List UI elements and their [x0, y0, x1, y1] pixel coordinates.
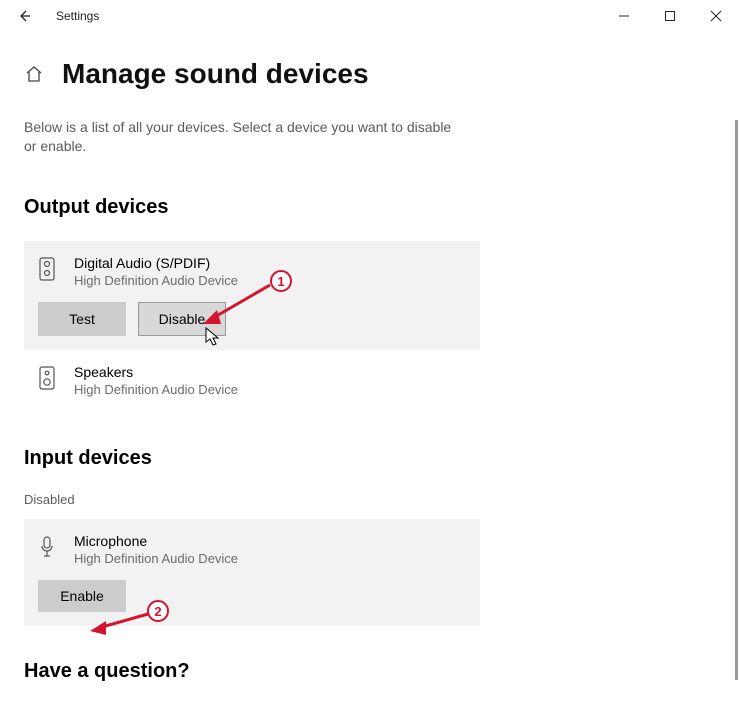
- close-button[interactable]: [693, 0, 739, 32]
- device-subtext: High Definition Audio Device: [74, 551, 462, 566]
- minimize-button[interactable]: [601, 0, 647, 32]
- annotation-arrow-1: [195, 280, 275, 330]
- scrollbar[interactable]: [735, 120, 738, 680]
- back-arrow-icon: [16, 8, 32, 24]
- window-title: Settings: [56, 9, 99, 23]
- device-actions: Enable: [38, 580, 462, 612]
- close-icon: [710, 10, 722, 22]
- device-name: Speakers: [74, 364, 462, 380]
- page-title: Manage sound devices: [62, 58, 369, 90]
- page-content: Manage sound devices Below is a list of …: [0, 32, 739, 683]
- maximize-icon: [664, 10, 676, 22]
- speaker-icon: [38, 366, 60, 392]
- device-subtext: High Definition Audio Device: [74, 382, 462, 397]
- annotation-callout-2: 2: [147, 600, 169, 622]
- page-header: Manage sound devices: [24, 58, 715, 90]
- have-a-question-heading: Have a question?: [24, 660, 715, 683]
- title-bar: Settings: [0, 0, 739, 32]
- input-devices-heading: Input devices: [24, 447, 715, 470]
- maximize-button[interactable]: [647, 0, 693, 32]
- device-item-speakers[interactable]: Speakers High Definition Audio Device: [24, 350, 480, 411]
- spdif-icon: [38, 257, 60, 283]
- disabled-group-label: Disabled: [24, 492, 715, 507]
- back-button[interactable]: [8, 0, 40, 32]
- cursor-icon: [204, 326, 222, 353]
- device-row: Speakers High Definition Audio Device: [38, 364, 462, 397]
- minimize-icon: [618, 10, 630, 22]
- device-name: Digital Audio (S/PDIF): [74, 255, 462, 271]
- window-controls: [601, 0, 739, 32]
- annotation-arrow-2: [86, 609, 152, 637]
- test-button[interactable]: Test: [38, 302, 126, 336]
- enable-button[interactable]: Enable: [38, 580, 126, 612]
- annotation-callout-1: 1: [270, 270, 292, 292]
- home-icon[interactable]: [24, 64, 44, 84]
- microphone-icon: [38, 535, 60, 561]
- page-description: Below is a list of all your devices. Sel…: [24, 118, 464, 156]
- device-row: Microphone High Definition Audio Device: [38, 533, 462, 566]
- output-devices-heading: Output devices: [24, 196, 715, 219]
- device-name: Microphone: [74, 533, 462, 549]
